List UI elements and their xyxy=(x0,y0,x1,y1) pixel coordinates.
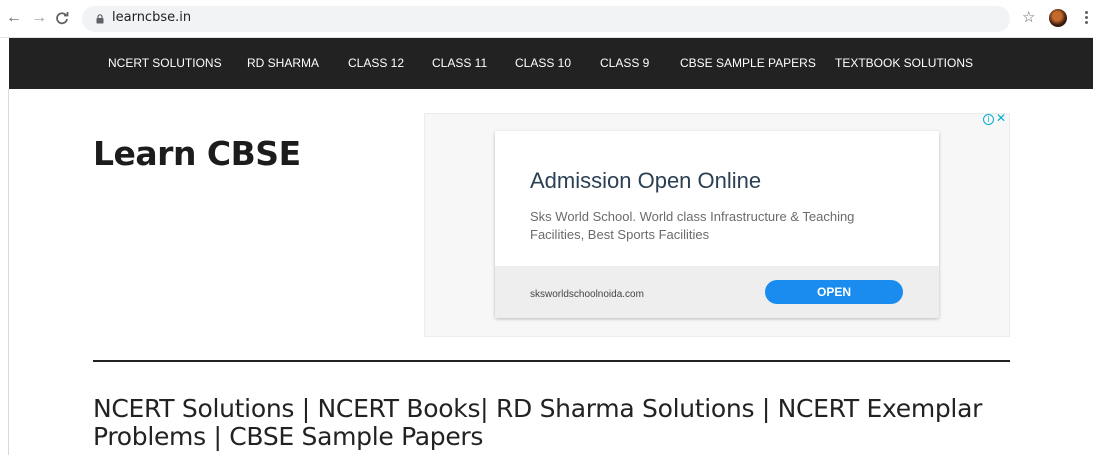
ad-footer: sksworldschoolnoida.com OPEN xyxy=(495,266,939,318)
address-bar[interactable]: learncbse.in xyxy=(82,6,1010,32)
ad-info-icon[interactable]: i xyxy=(983,114,994,125)
nav-item-textbook-solutions[interactable]: TEXTBOOK SOLUTIONS xyxy=(835,56,973,70)
ad-card[interactable]: Admission Open Online Sks World School. … xyxy=(495,131,939,318)
page-left-border xyxy=(8,89,9,455)
section-divider xyxy=(93,360,1010,362)
reload-icon[interactable] xyxy=(52,8,72,28)
nav-item-class-9[interactable]: CLASS 9 xyxy=(600,56,649,70)
browser-toolbar: ← → learncbse.in ☆ xyxy=(0,0,1093,38)
ad-body-text: Sks World School. World class Infrastruc… xyxy=(530,209,855,242)
nav-item-class-12[interactable]: CLASS 12 xyxy=(348,56,404,70)
lock-icon xyxy=(96,14,104,24)
star-icon[interactable]: ☆ xyxy=(1022,8,1035,28)
nav-item-class-10[interactable]: CLASS 10 xyxy=(515,56,571,70)
kebab-menu-icon[interactable] xyxy=(1083,9,1089,27)
ad-close-icon[interactable]: ✕ xyxy=(996,111,1006,125)
nav-item-rd-sharma[interactable]: RD SHARMA xyxy=(247,56,319,70)
site-nav: NCERT SOLUTIONS RD SHARMA CLASS 12 CLASS… xyxy=(9,38,1093,89)
nav-item-class-11[interactable]: CLASS 11 xyxy=(432,56,487,70)
ad-open-button[interactable]: OPEN xyxy=(765,280,903,304)
url-text: learncbse.in xyxy=(112,10,192,25)
forward-arrow-icon[interactable]: → xyxy=(29,8,49,28)
ad-headline[interactable]: Admission Open Online xyxy=(530,168,761,194)
site-logo[interactable]: Learn CBSE xyxy=(93,134,301,173)
profile-avatar[interactable] xyxy=(1049,9,1067,27)
ad-domain[interactable]: sksworldschoolnoida.com xyxy=(530,289,644,300)
nav-item-cbse-sample-papers[interactable]: CBSE SAMPLE PAPERS xyxy=(680,56,816,70)
nav-item-ncert-solutions[interactable]: NCERT SOLUTIONS xyxy=(108,56,222,70)
back-arrow-icon[interactable]: ← xyxy=(4,8,24,28)
page-title: NCERT Solutions | NCERT Books| RD Sharma… xyxy=(93,394,983,451)
